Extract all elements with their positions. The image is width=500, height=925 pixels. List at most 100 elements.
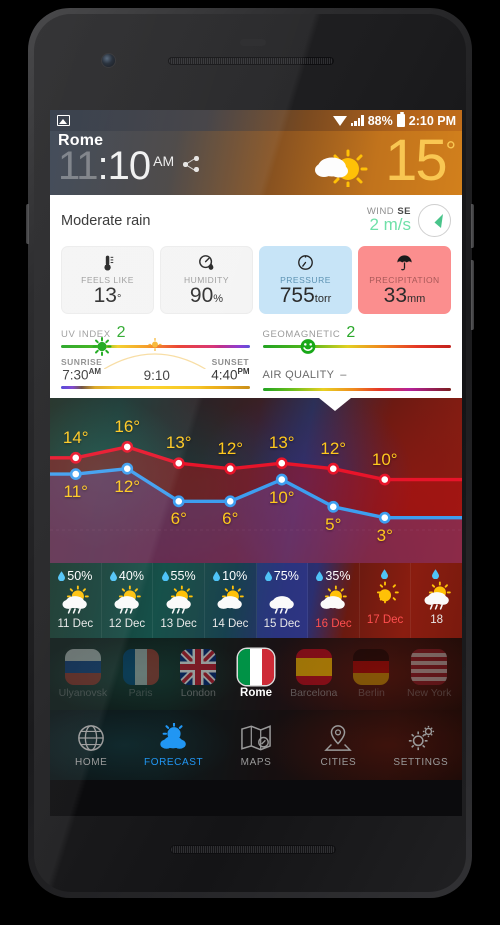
chart-high-label: 13° <box>165 433 192 453</box>
wind-speed: 2 m/s <box>369 215 411 234</box>
metric-feels-like[interactable]: FEELS LIKE 13° <box>61 246 154 314</box>
current-time: 11:10 <box>58 144 152 188</box>
forecast-day-column[interactable]: 50% 11 Dec <box>50 563 102 638</box>
forecast-day-label: 11 Dec <box>57 618 94 630</box>
sun-cloud-rain-icon <box>53 585 97 615</box>
battery-icon <box>396 111 405 127</box>
water-drop-icon <box>109 571 117 581</box>
temperature-chart[interactable]: 14° 11° 16° 12° 13° 6° 12° 6° 13° 10° 12° 5° 10° 3° <box>50 398 462 563</box>
chart-low-label: 3° <box>376 525 393 545</box>
forecast-day-label: 17 Dec <box>366 614 404 626</box>
metric-value: 90% <box>189 284 224 307</box>
forecast-day-label: 12 Dec <box>108 618 146 630</box>
flag-usa <box>411 649 448 685</box>
city-item-barcelona[interactable]: Barcelona <box>285 649 343 699</box>
city-item-berlin[interactable]: Berlin <box>343 649 401 699</box>
proximity-sensor-icon <box>240 39 266 46</box>
forecast-days-row: 50% 11 Dec 40% 12 Dec 55% 13 Dec 10% 14 … <box>50 563 462 638</box>
city-item-rome[interactable]: Rome <box>227 649 285 699</box>
forecast-day-label: 16 Dec <box>315 618 352 630</box>
air-quality-bar <box>262 388 451 391</box>
left-side-button[interactable] <box>26 204 29 244</box>
forecast-day-column[interactable]: 10% 14 Dec <box>205 563 257 638</box>
wifi-icon <box>332 115 347 126</box>
humidity-gauge-icon <box>198 253 215 272</box>
status-bar: 88% 2:10 PM <box>50 110 462 131</box>
nav-item-settings[interactable]: SETTINGS <box>380 723 462 768</box>
sun-cloud-icon <box>208 585 252 615</box>
globe-icon <box>77 723 105 753</box>
header-hero: Rome 11:10 AM 15° <box>50 131 462 195</box>
sun-cloud-icon <box>311 585 355 615</box>
city-item-ulyanovsk[interactable]: Ulyanovsk <box>54 649 112 699</box>
nav-item-home[interactable]: HOME <box>50 723 132 768</box>
chart-data-point <box>172 495 185 508</box>
sun-icon <box>148 337 162 356</box>
temperature-chart-svg <box>50 440 462 563</box>
gears-icon <box>406 723 436 753</box>
phone-screen: 88% 2:10 PM Rome 11:10 AM 15° Moderate r… <box>50 110 462 816</box>
sun-times: SUNRISE 7:30AM 9:10 SUNSET 4:40PM <box>61 337 250 383</box>
time-ampm: AM <box>153 153 175 169</box>
water-drop-icon <box>213 571 221 581</box>
metric-precipitation[interactable]: PRECIPITATION 33mm <box>358 246 451 314</box>
geomagnetic-bar <box>262 339 451 354</box>
chart-low-label: 12° <box>114 476 141 496</box>
chart-low-label: 6° <box>222 509 239 529</box>
nav-item-cities[interactable]: CITIES <box>297 723 379 768</box>
city-item-london[interactable]: London <box>169 649 227 699</box>
power-button[interactable] <box>471 204 474 248</box>
metric-pressure[interactable]: PRESSURE 755torr <box>259 246 352 314</box>
forecast-day-column[interactable]: 17 Dec <box>360 563 412 638</box>
sun-cloud-rain-icon <box>415 581 459 611</box>
map-icon <box>241 723 271 753</box>
water-drop-icon <box>432 569 440 579</box>
volume-button[interactable] <box>471 260 474 330</box>
chart-low-label: 6° <box>170 509 187 529</box>
metric-value: 33mm <box>383 284 426 307</box>
daylight-cell: 9:10 <box>144 368 170 383</box>
share-icon[interactable] <box>183 156 199 172</box>
forecast-day-column[interactable]: 55% 13 Dec <box>153 563 205 638</box>
forecast-day-column[interactable]: 18 <box>411 563 462 638</box>
chart-low-label: 11° <box>63 482 88 502</box>
city-item-paris[interactable]: Paris <box>112 649 170 699</box>
barometer-icon <box>297 253 314 272</box>
precip-probability <box>380 569 390 579</box>
chart-data-point <box>327 500 340 513</box>
sun-cloud-rain-icon <box>157 585 201 615</box>
condition-text: Moderate rain <box>61 213 151 229</box>
daylight-bar <box>61 385 250 389</box>
nav-item-maps[interactable]: MAPS <box>215 723 297 768</box>
cities-strip: Ulyanovsk Paris London Rome Barcelona Be… <box>50 638 462 710</box>
chart-high-label: 13° <box>268 433 295 453</box>
metric-humidity[interactable]: HUMIDITY 90% <box>160 246 253 314</box>
nav-item-forecast[interactable]: FORECAST <box>132 723 214 768</box>
city-name: Paris <box>128 687 153 699</box>
forecast-day-column[interactable]: 75% 15 Dec <box>256 563 309 638</box>
chart-high-label: 14° <box>62 427 89 447</box>
city-name: Barcelona <box>290 687 338 699</box>
earpiece-grille <box>168 57 334 65</box>
flag-germany <box>353 649 390 685</box>
geomagnetic-value: 2 <box>346 324 356 341</box>
chart-data-point <box>378 511 391 524</box>
chart-data-point <box>69 468 82 481</box>
phone-body: 88% 2:10 PM Rome 11:10 AM 15° Moderate r… <box>34 14 466 892</box>
precip-probability <box>432 569 441 579</box>
flag-spain <box>295 649 332 685</box>
chart-high-label: 12° <box>217 438 244 458</box>
chart-data-point <box>275 473 288 486</box>
city-name: Berlin <box>358 687 385 699</box>
precip-probability: 10% <box>213 569 247 583</box>
sunrise-time: 7:30AM <box>62 367 102 383</box>
precip-probability: 40% <box>109 569 144 583</box>
forecast-day-column[interactable]: 35% 16 Dec <box>308 563 360 638</box>
nav-label: CITIES <box>320 756 357 768</box>
forecast-day-column[interactable]: 40% 12 Dec <box>102 563 154 638</box>
time-minutes: :10 <box>97 144 152 188</box>
chart-data-point <box>121 440 134 453</box>
city-item-new-york[interactable]: New York <box>400 649 458 699</box>
bottom-speaker-grille <box>170 845 336 854</box>
chart-high-label: 16° <box>114 416 141 436</box>
